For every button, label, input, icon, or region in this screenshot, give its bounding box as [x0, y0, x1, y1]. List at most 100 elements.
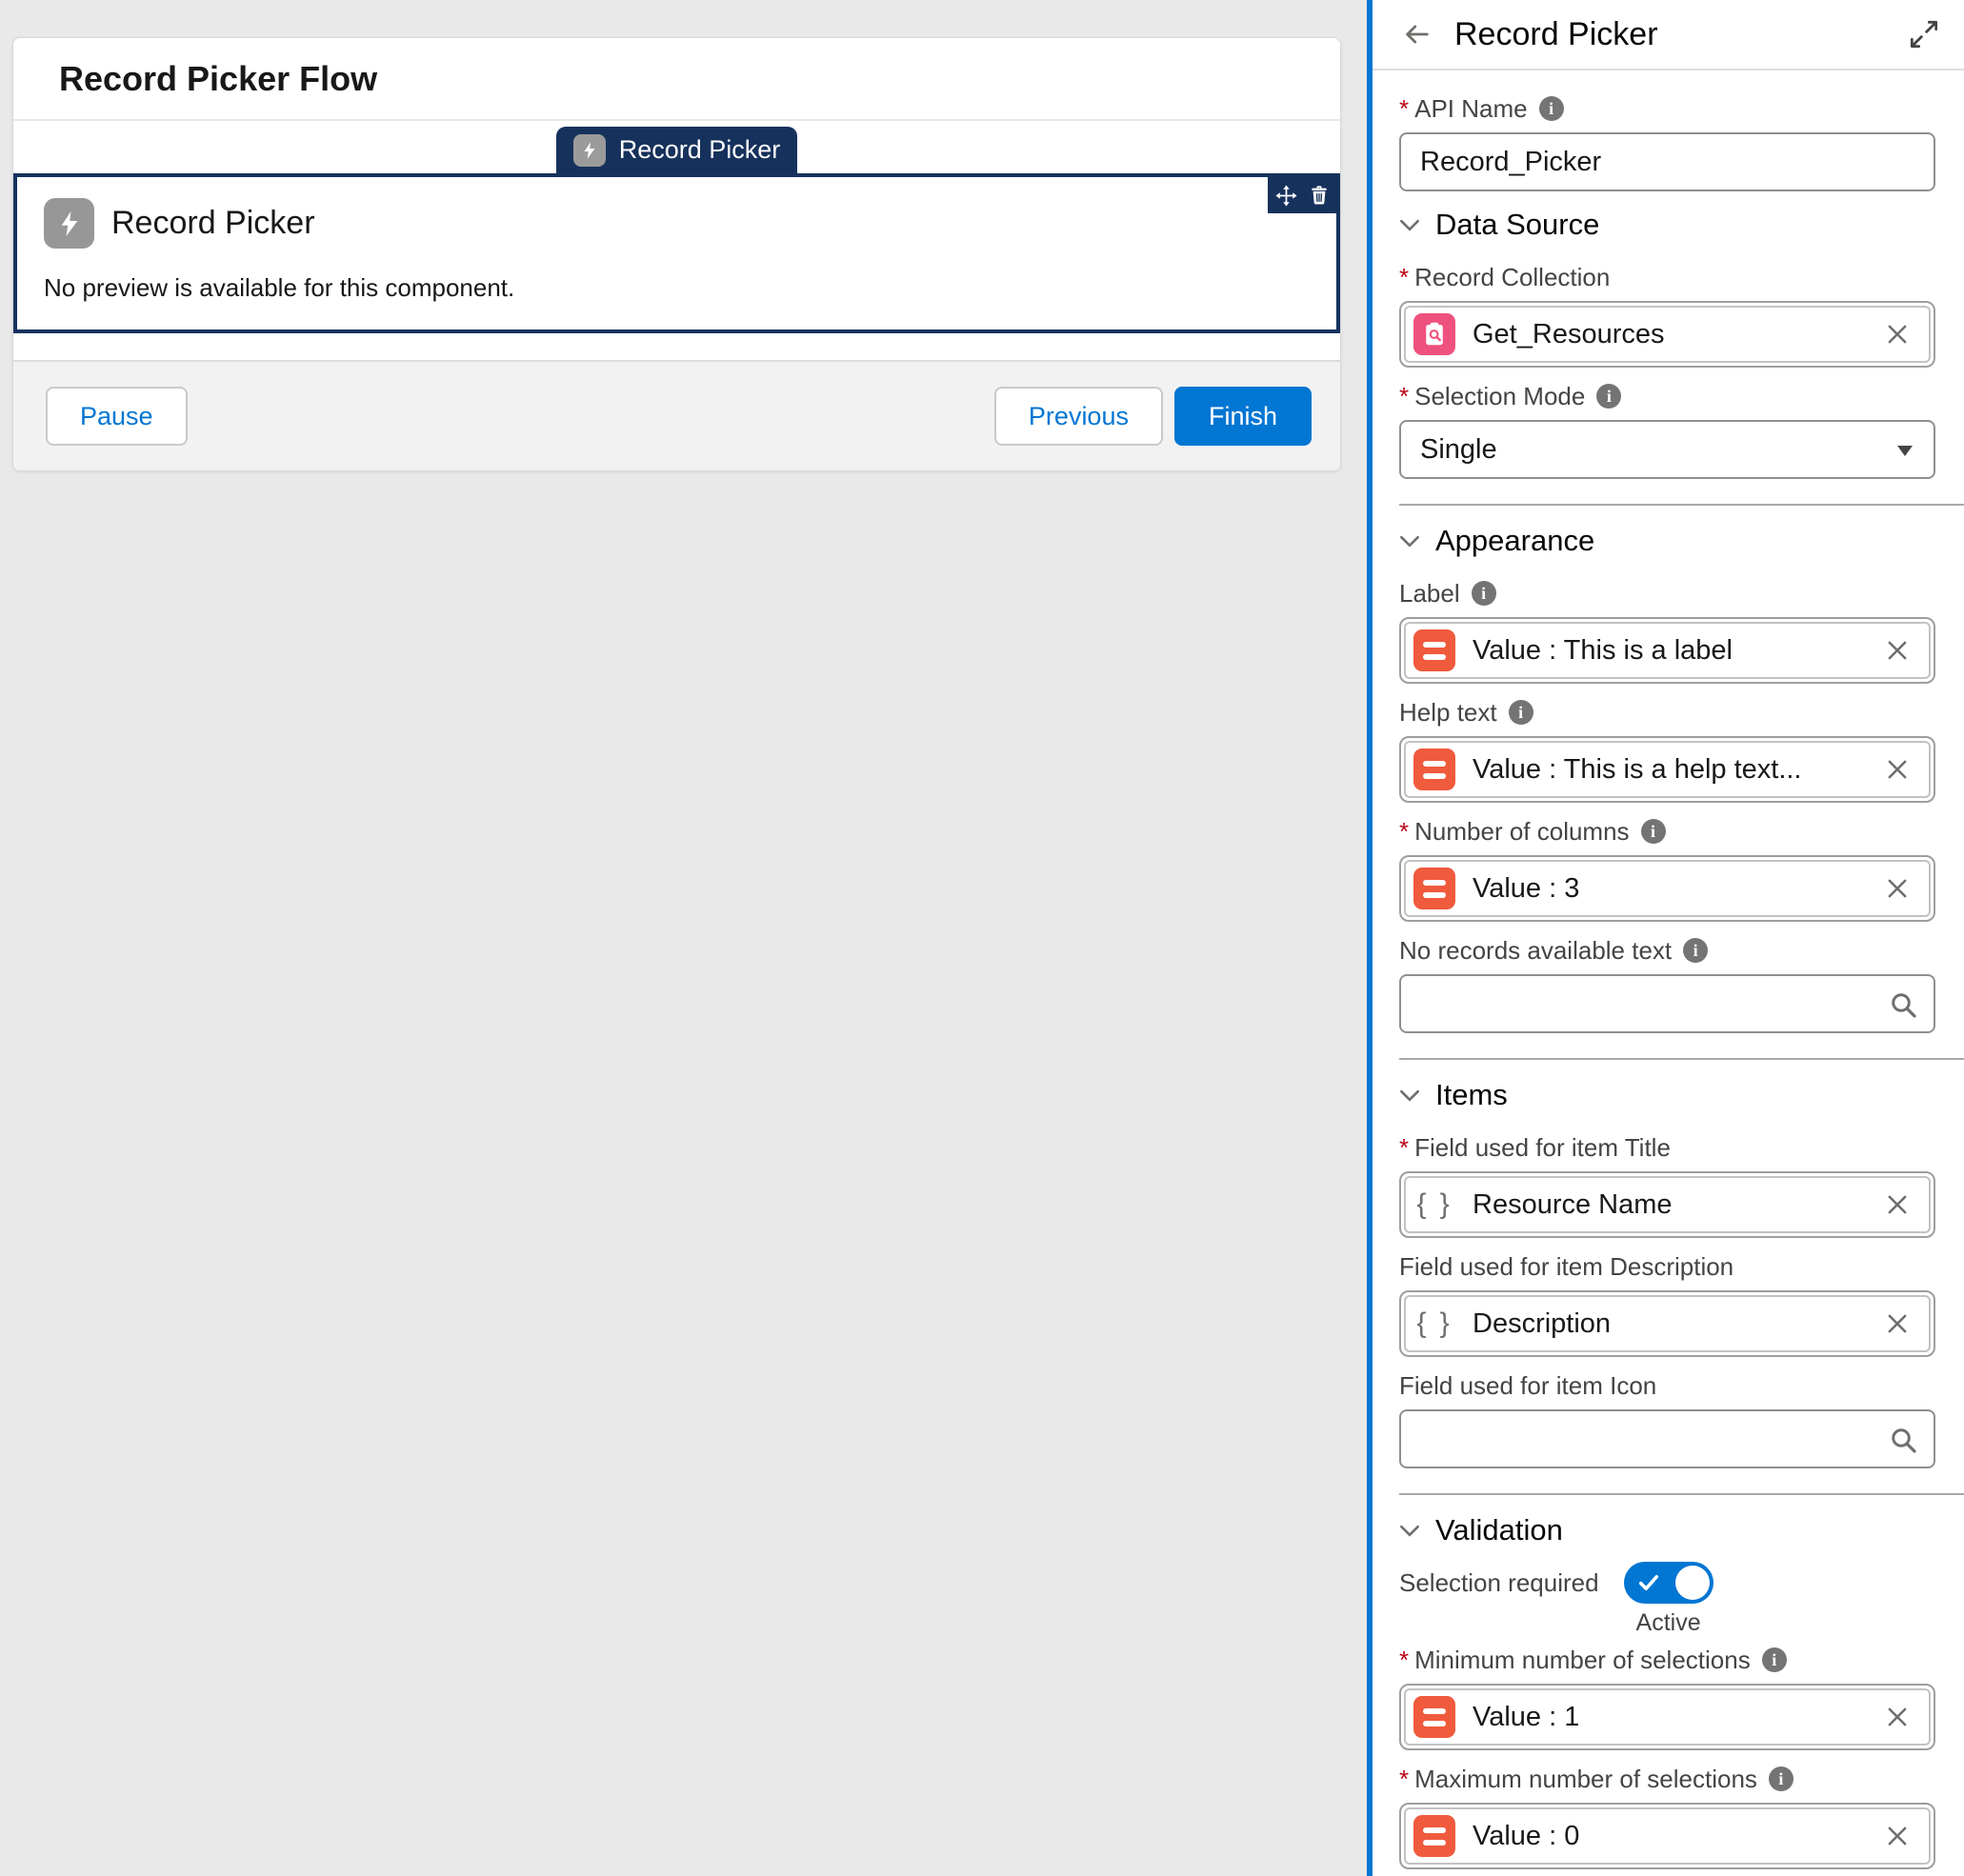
label-label-row: Label [1399, 578, 1935, 609]
number-of-columns-field-group: Number of columns Value : 3 [1399, 816, 1935, 922]
required-asterisk [1399, 1764, 1414, 1794]
chevron-down-icon [1399, 219, 1420, 231]
item-description-label-row: Field used for item Description [1399, 1251, 1935, 1282]
data-source-heading: Data Source [1435, 208, 1599, 242]
max-selections-label-row: Maximum number of selections [1399, 1764, 1935, 1794]
clear-icon[interactable] [1885, 638, 1910, 663]
section-divider [1399, 1493, 1964, 1495]
info-icon[interactable] [1641, 819, 1666, 844]
flow-screen-card: Record Picker Flow Record Picker [12, 37, 1341, 471]
record-collection-label-row: Record Collection [1399, 262, 1935, 292]
item-description-combobox[interactable]: { } Description [1399, 1290, 1935, 1357]
delete-icon[interactable] [1309, 185, 1330, 206]
number-of-columns-combobox[interactable]: Value : 3 [1399, 855, 1935, 922]
info-icon[interactable] [1762, 1647, 1787, 1672]
text-value-icon [1413, 1815, 1455, 1857]
component-tab-label: Record Picker [619, 135, 781, 165]
clear-icon[interactable] [1885, 322, 1910, 347]
min-selections-pill: Value : 1 [1404, 1688, 1931, 1746]
min-selections-value: Value : 1 [1473, 1702, 1868, 1733]
clear-icon[interactable] [1885, 1705, 1910, 1729]
selection-required-toggle[interactable] [1624, 1562, 1713, 1604]
selection-mode-label-row: Selection Mode [1399, 381, 1935, 411]
component-tab[interactable]: Record Picker [556, 127, 798, 173]
min-selections-label: Minimum number of selections [1414, 1645, 1751, 1675]
property-editor-panel: Record Picker API Name Data Sourc [1367, 0, 1964, 1876]
info-icon[interactable] [1509, 700, 1533, 725]
item-icon-label-row: Field used for item Icon [1399, 1370, 1935, 1401]
record-collection-combobox[interactable]: Get_Resources [1399, 301, 1935, 368]
selection-mode-select[interactable]: Single [1399, 420, 1935, 479]
no-records-text-input[interactable] [1399, 974, 1935, 1033]
text-value-icon [1413, 748, 1455, 790]
max-selections-label: Maximum number of selections [1414, 1764, 1757, 1794]
record-collection-value: Get_Resources [1473, 319, 1868, 350]
back-button[interactable] [1399, 20, 1433, 49]
screen-header: Record Picker Flow [13, 38, 1340, 121]
info-icon[interactable] [1769, 1766, 1794, 1791]
previous-button[interactable]: Previous [994, 387, 1163, 446]
info-icon[interactable] [1683, 938, 1708, 963]
label-combobox[interactable]: Value : This is a label [1399, 617, 1935, 684]
screen-footer: Pause Previous Finish [13, 360, 1340, 470]
min-selections-combobox[interactable]: Value : 1 [1399, 1684, 1935, 1750]
items-heading: Items [1435, 1078, 1508, 1112]
help-text-combobox[interactable]: Value : This is a help text... [1399, 736, 1935, 803]
panel-header: Record Picker [1373, 0, 1964, 70]
clear-icon[interactable] [1885, 1824, 1910, 1848]
max-selections-combobox[interactable]: Value : 0 [1399, 1803, 1935, 1869]
item-description-label: Field used for item Description [1399, 1251, 1734, 1282]
help-text-field-group: Help text Value : This is a help text... [1399, 697, 1935, 803]
label-field-group: Label Value : This is a label [1399, 578, 1935, 684]
appearance-heading: Appearance [1435, 524, 1594, 558]
required-asterisk [1399, 93, 1414, 124]
flow-canvas: Record Picker Flow Record Picker [0, 0, 1367, 1876]
clear-icon[interactable] [1885, 1192, 1910, 1217]
move-icon[interactable] [1275, 185, 1297, 207]
help-text-pill: Value : This is a help text... [1404, 741, 1931, 798]
flow-screen-editor: Record Picker Flow Record Picker [0, 0, 1964, 1876]
selection-required-row: Selection required Active [1399, 1562, 1935, 1637]
no-records-text-field-group: No records available text [1399, 935, 1935, 1033]
text-value-icon [1413, 1696, 1455, 1738]
selected-component[interactable]: Record Picker No preview is available fo… [13, 173, 1340, 333]
clear-icon[interactable] [1885, 1311, 1910, 1336]
help-text-label-row: Help text [1399, 697, 1935, 728]
no-records-text-input-field[interactable] [1420, 988, 1873, 1020]
field-reference-icon: { } [1413, 1307, 1455, 1340]
section-data-source[interactable]: Data Source [1399, 205, 1935, 245]
item-icon-input-field[interactable] [1420, 1424, 1873, 1455]
pause-button[interactable]: Pause [46, 387, 188, 446]
info-icon[interactable] [1539, 96, 1564, 121]
record-collection-pill: Get_Resources [1404, 306, 1931, 363]
section-validation[interactable]: Validation [1399, 1510, 1935, 1550]
info-icon[interactable] [1596, 384, 1621, 409]
chevron-down-icon [1399, 1089, 1420, 1102]
min-selections-label-row: Minimum number of selections [1399, 1645, 1935, 1675]
help-text-label: Help text [1399, 697, 1497, 728]
api-name-input[interactable] [1420, 147, 1914, 178]
label-value: Value : This is a label [1473, 635, 1868, 667]
required-asterisk [1399, 1645, 1414, 1675]
section-appearance[interactable]: Appearance [1399, 521, 1935, 561]
record-collection-label: Record Collection [1414, 262, 1610, 292]
section-items[interactable]: Items [1399, 1075, 1935, 1115]
item-title-combobox[interactable]: { } Resource Name [1399, 1171, 1935, 1238]
record-lookup-icon [1413, 313, 1455, 355]
required-asterisk [1399, 262, 1414, 292]
section-divider [1399, 504, 1964, 506]
clear-icon[interactable] [1885, 757, 1910, 782]
info-icon[interactable] [1472, 581, 1496, 606]
required-asterisk [1399, 816, 1414, 847]
text-value-icon [1413, 629, 1455, 671]
chevron-down-icon [1399, 535, 1420, 548]
min-selections-field-group: Minimum number of selections Value : 1 [1399, 1645, 1935, 1750]
item-icon-input[interactable] [1399, 1409, 1935, 1468]
clear-icon[interactable] [1885, 876, 1910, 901]
expand-button[interactable] [1909, 19, 1939, 50]
api-name-input-wrap [1399, 132, 1935, 191]
finish-button[interactable]: Finish [1174, 387, 1312, 446]
selection-mode-label: Selection Mode [1414, 381, 1585, 411]
item-title-field-group: Field used for item Title { } Resource N… [1399, 1132, 1935, 1238]
help-text-value: Value : This is a help text... [1473, 754, 1868, 786]
